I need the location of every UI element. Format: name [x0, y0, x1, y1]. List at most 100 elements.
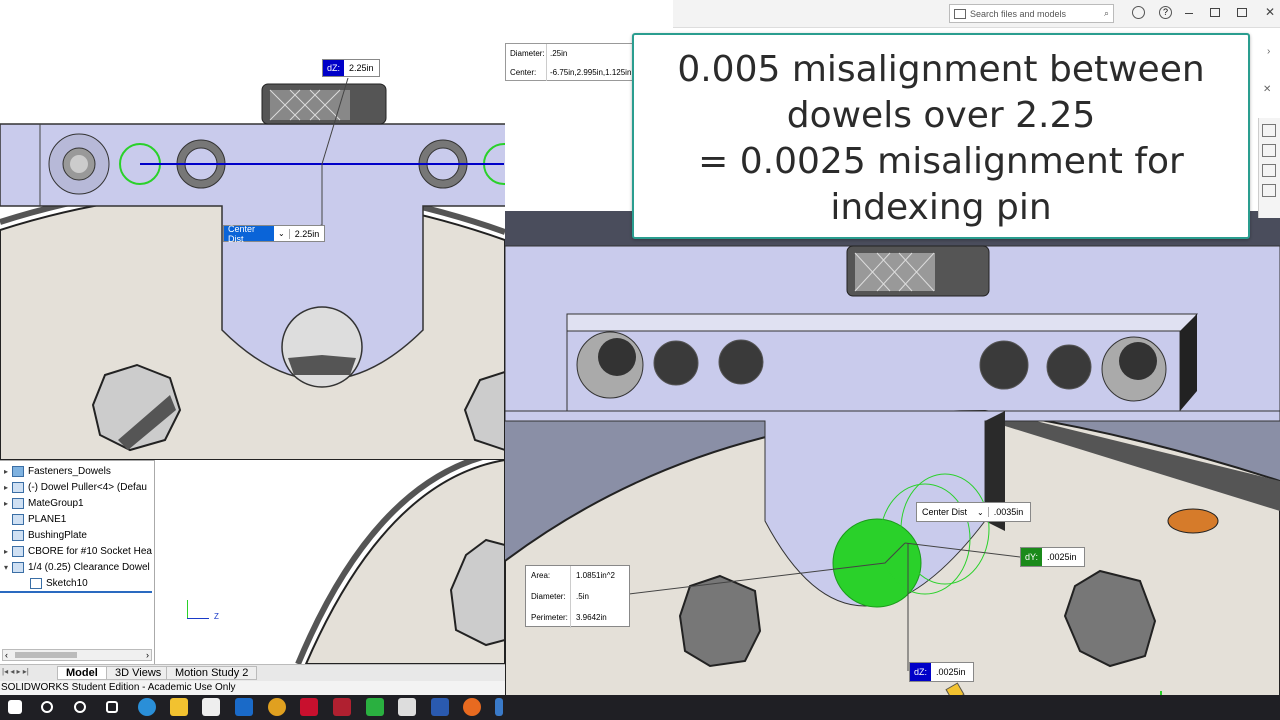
tree-item[interactable]: ▸ CBORE for #10 Socket Hea	[0, 543, 152, 559]
annotation-line-2: dowels over 2.25	[786, 95, 1096, 136]
annotation-line-3: = 0.0025 misalignment for	[698, 141, 1184, 182]
scroll-left-icon[interactable]: ‹	[5, 650, 8, 660]
left-center-dist-tag[interactable]: Center Dist ⌄ 2.25in	[223, 224, 326, 244]
tree-item[interactable]: ▸ Fasteners_Dowels	[0, 463, 111, 479]
tree-item[interactable]: ▸ MateGroup1	[0, 495, 84, 511]
right-center-dist-value: .0035in	[987, 507, 1030, 517]
dy-value: .0025in	[1047, 552, 1077, 562]
chevron-down-icon[interactable]: ⌄	[274, 229, 289, 238]
left-dz-tag[interactable]: dZ: 2.25in	[322, 59, 380, 77]
collapse-icon[interactable]: ▾	[0, 563, 12, 572]
annotation-callout: 0.005 misalignment between dowels over 2…	[632, 33, 1250, 239]
store-icon[interactable]	[202, 698, 220, 716]
scroll-right-icon[interactable]: ›	[146, 650, 149, 660]
tree-item-label: CBORE for #10 Socket Hea	[28, 545, 152, 557]
restore-icon[interactable]	[1210, 8, 1220, 17]
expand-icon[interactable]: ▸	[0, 547, 12, 556]
tree-item[interactable]: PLANE1	[0, 511, 66, 527]
expand-icon[interactable]: ▸	[0, 499, 12, 508]
tree-item[interactable]: ▾ 1/4 (0.25) Clearance Dowel	[0, 559, 150, 575]
search-box[interactable]: Search files and models ⌕	[949, 4, 1114, 23]
panel-close-icon[interactable]: ✕	[1263, 84, 1271, 95]
mate-group-icon	[12, 497, 24, 509]
solidworks-tool-icon[interactable]	[333, 698, 351, 716]
right-center-dist-tag[interactable]: Center Dist ⌄ .0035in	[916, 502, 1031, 522]
search-input[interactable]: Search files and models	[970, 9, 1066, 19]
center-dist-dropdown[interactable]: Center Dist	[224, 224, 274, 244]
cortana-icon[interactable]	[74, 701, 86, 713]
tree-item-label: Fasteners_Dowels	[28, 465, 111, 477]
dz-key: dZ:	[323, 60, 345, 76]
triad-z-label: Z	[214, 612, 219, 621]
tree-item-label: (-) Dowel Puller<4> (Defau	[28, 481, 147, 493]
expand-icon[interactable]: ▸	[0, 467, 12, 476]
minimize-icon[interactable]	[1185, 13, 1193, 14]
tab-nav-arrows[interactable]: |◂ ◂ ▸ ▸|	[2, 667, 29, 676]
search-icon[interactable]	[41, 701, 53, 713]
help-icon[interactable]: ?	[1159, 6, 1172, 19]
chevron-down-icon[interactable]: ⌄	[973, 508, 988, 517]
scroll-thumb[interactable]	[15, 652, 77, 658]
plane-icon	[12, 513, 24, 525]
hole-feature-icon	[12, 545, 24, 557]
panel-collapse-icon[interactable]: ›	[1267, 46, 1270, 57]
tree-divider	[0, 591, 152, 593]
window-icon[interactable]	[1237, 8, 1247, 17]
expand-icon[interactable]: ▸	[0, 483, 12, 492]
left-viewport[interactable]: dZ: 2.25in Center Dist ⌄ 2.25in	[0, 0, 505, 460]
info-center-label: Center:	[510, 68, 537, 77]
file-explorer-icon[interactable]	[170, 698, 188, 716]
dz-value-right: .0025in	[936, 667, 966, 677]
tab-motion-study[interactable]: Motion Study 2	[166, 666, 258, 680]
diameter-value: .5in	[576, 592, 589, 601]
parts-icon[interactable]	[1262, 144, 1276, 157]
chrome-icon[interactable]	[268, 698, 286, 716]
info-diameter-value: .25in	[550, 49, 568, 58]
home-icon[interactable]	[1262, 124, 1276, 137]
sketch-icon	[30, 577, 42, 589]
tree-item-label: MateGroup1	[28, 497, 84, 509]
right-dz-tag[interactable]: dZ: .0025in	[909, 662, 975, 682]
search-icon[interactable]: ⌕	[1104, 8, 1109, 19]
close-icon[interactable]: ✕	[1265, 5, 1275, 19]
right-dy-tag[interactable]: dY: .0025in	[1020, 547, 1086, 567]
firefox-icon[interactable]	[463, 698, 481, 716]
app-icon[interactable]	[495, 698, 503, 716]
camera-icon[interactable]	[398, 698, 416, 716]
hole-feature-icon	[12, 561, 24, 573]
folder-icon[interactable]	[1262, 164, 1276, 177]
left-bottom-graphics	[295, 460, 505, 664]
area-value: 1.0851in^2	[576, 571, 615, 580]
part-icon	[12, 481, 24, 493]
tree-item[interactable]: Sketch10	[18, 575, 88, 591]
outlook-icon[interactable]	[235, 698, 253, 716]
triad-y-axis	[187, 600, 188, 618]
tab-3d-views[interactable]: 3D Views	[106, 666, 171, 680]
folder-icon	[12, 465, 24, 477]
part-icon	[12, 529, 24, 541]
measure-results-box: Area: 1.0851in^2 Diameter: .5in Perimete…	[525, 565, 630, 628]
annotation-line-4: indexing pin	[830, 187, 1052, 228]
screw-head-left	[91, 363, 182, 452]
edge-icon[interactable]	[138, 698, 156, 716]
user-icon[interactable]	[1132, 6, 1145, 19]
tree-item[interactable]: ▸ (-) Dowel Puller<4> (Defau	[0, 479, 147, 495]
left-bottom-viewport[interactable]: Z	[156, 460, 505, 664]
horizontal-scrollbar[interactable]: ‹ ›	[2, 649, 152, 661]
area-label: Area:	[531, 571, 551, 580]
diameter-label: Diameter:	[531, 592, 566, 601]
library-icon[interactable]	[1262, 184, 1276, 197]
task-view-icon[interactable]	[106, 701, 118, 713]
triad-x-axis	[187, 618, 209, 619]
right-center-dist-label[interactable]: Center Dist	[917, 507, 973, 517]
hole-info-box: Diameter: .25in Center: -6.75in,2.995in,…	[505, 43, 633, 82]
word-icon[interactable]	[431, 698, 449, 716]
start-icon[interactable]	[8, 700, 22, 714]
tree-item-label: PLANE1	[28, 513, 67, 525]
tree-item[interactable]: BushingPlate	[0, 527, 87, 543]
tab-model[interactable]: Model	[57, 666, 107, 680]
tree-item-label: 1/4 (0.25) Clearance Dowel	[28, 561, 150, 573]
camtasia-icon[interactable]	[366, 698, 384, 716]
title-bar: Search files and models ⌕ ? ✕	[673, 0, 1280, 28]
solidworks-icon[interactable]	[300, 698, 318, 716]
